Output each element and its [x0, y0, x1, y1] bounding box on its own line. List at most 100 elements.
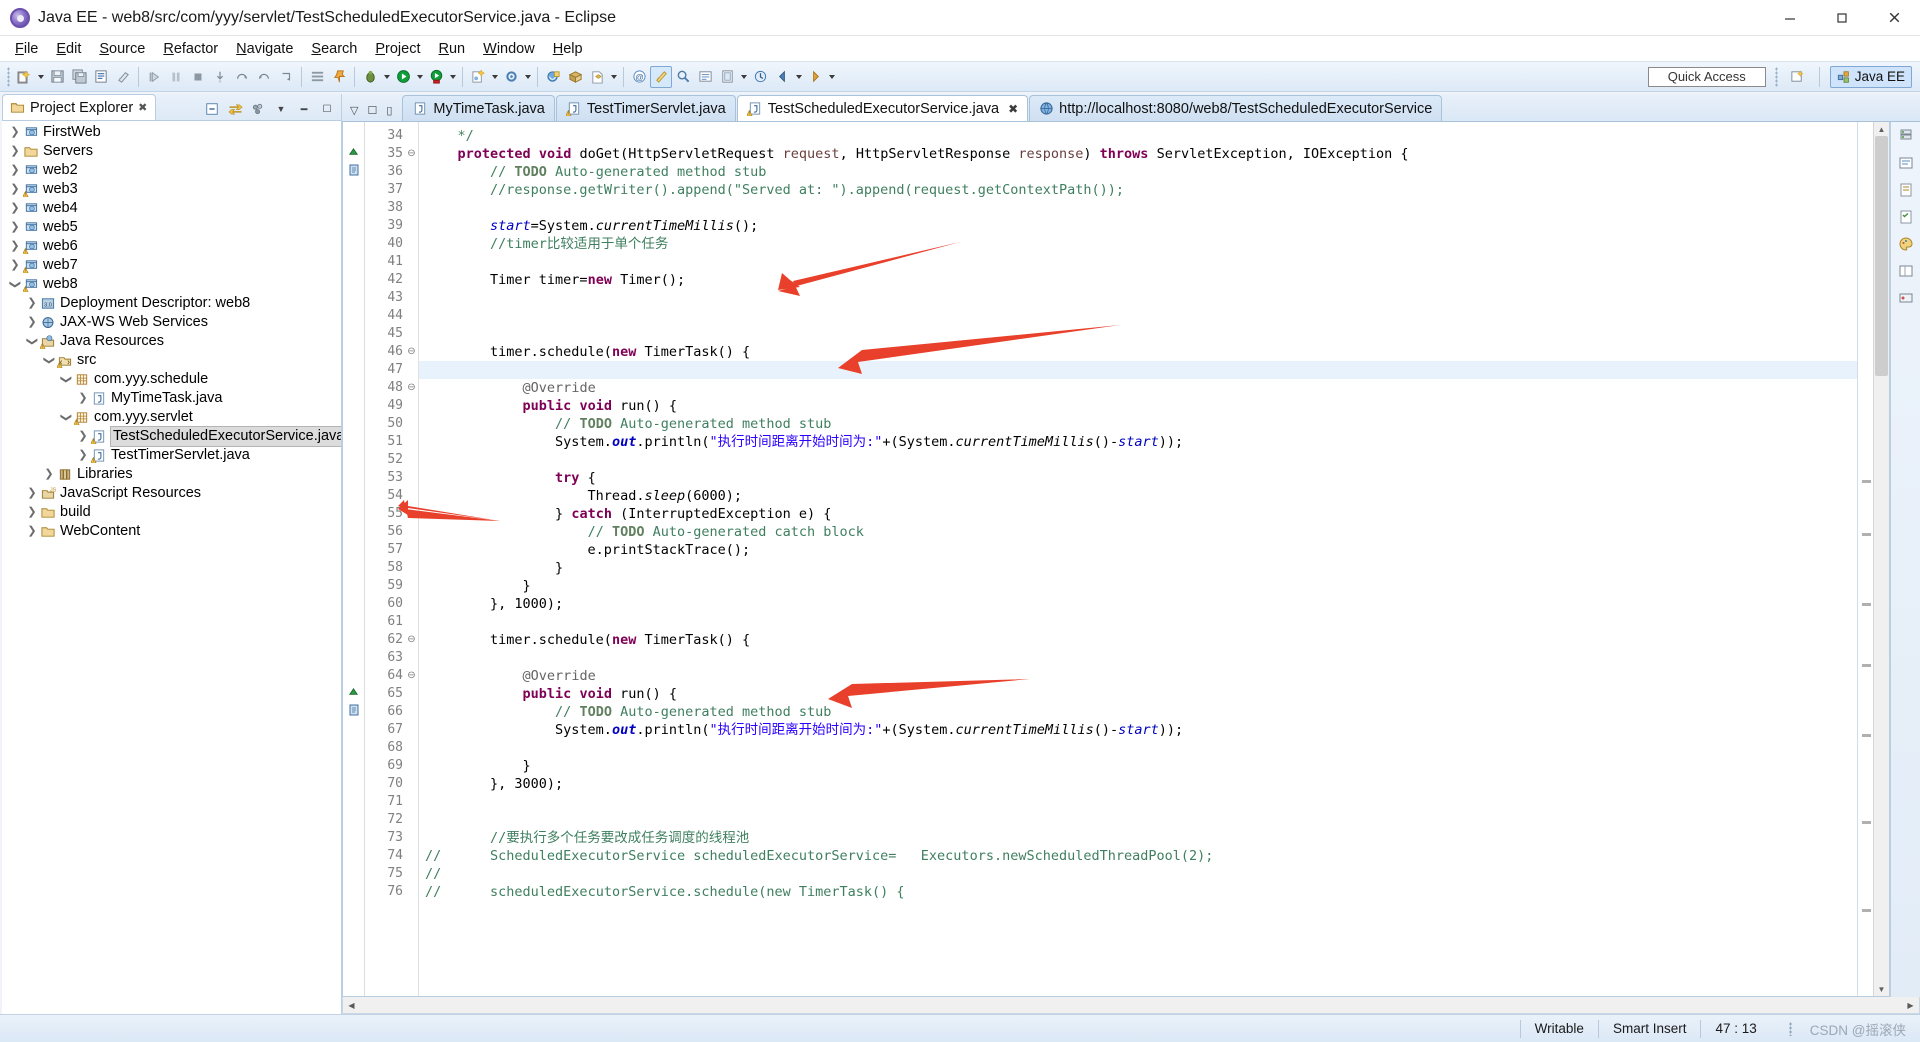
- java-browsing-icon[interactable]: [650, 65, 672, 88]
- new-class-icon[interactable]: [586, 66, 608, 88]
- minimize-view-icon[interactable]: ━: [296, 101, 312, 117]
- menu-item-source[interactable]: Source: [90, 39, 154, 59]
- forward-icon[interactable]: [804, 66, 826, 88]
- chevron-right-icon[interactable]: ❯: [25, 488, 39, 499]
- code-line[interactable]: }: [419, 559, 1857, 577]
- code-line[interactable]: [419, 739, 1857, 757]
- pin-icon[interactable]: [328, 66, 350, 88]
- step-return-icon[interactable]: [253, 66, 275, 88]
- quick-access-input[interactable]: Quick Access: [1647, 66, 1766, 87]
- code-line[interactable]: }, 1000);: [419, 595, 1857, 613]
- task-list-icon[interactable]: [1895, 207, 1917, 227]
- chevron-down-icon[interactable]: ❯: [25, 336, 39, 347]
- snippets-view-icon[interactable]: [1895, 180, 1917, 200]
- code-line[interactable]: // TODO Auto-generated catch block: [419, 523, 1857, 541]
- editor-vertical-scrollbar[interactable]: ▲ ▼: [1873, 122, 1889, 996]
- chevron-right-icon[interactable]: ❯: [8, 127, 22, 138]
- code-line[interactable]: timer.schedule(new TimerTask() {: [419, 631, 1857, 649]
- source-code[interactable]: */ protected void doGet(HttpServletReque…: [419, 122, 1857, 996]
- menu-item-edit[interactable]: Edit: [47, 39, 90, 59]
- drop-to-frame-icon[interactable]: [275, 66, 297, 88]
- overview-marker[interactable]: [1862, 532, 1871, 536]
- open-type-icon[interactable]: [694, 66, 716, 88]
- code-line[interactable]: [419, 253, 1857, 271]
- chevron-right-icon[interactable]: ❯: [76, 393, 90, 404]
- chevron-right-icon[interactable]: ❯: [8, 184, 22, 195]
- code-line[interactable]: Timer timer=new Timer();: [419, 271, 1857, 289]
- hscroll-track[interactable]: [360, 997, 1902, 1013]
- close-button[interactable]: [1868, 0, 1920, 36]
- code-line[interactable]: System.out.println("执行时间距离开始时间为:"+(Syste…: [419, 433, 1857, 451]
- code-line[interactable]: }: [419, 577, 1857, 595]
- view-menu-chevron-icon[interactable]: ▼: [273, 101, 289, 117]
- coverage-dropdown-icon[interactable]: [489, 66, 500, 88]
- new-package-icon[interactable]: [564, 66, 586, 88]
- servers-view-icon[interactable]: [1895, 126, 1917, 146]
- overview-marker[interactable]: [1862, 480, 1871, 484]
- open-task-icon[interactable]: [306, 66, 328, 88]
- overview-marker[interactable]: [1862, 602, 1871, 606]
- palette-view-icon[interactable]: [1895, 234, 1917, 254]
- scroll-up-icon[interactable]: ▲: [1874, 122, 1889, 136]
- code-line[interactable]: [419, 613, 1857, 631]
- overview-marker[interactable]: [1862, 663, 1871, 667]
- tab-project-explorer[interactable]: Project Explorer ✖: [2, 94, 157, 120]
- maximize-editor-icon[interactable]: ▯: [386, 104, 392, 117]
- chevron-down-icon[interactable]: ❯: [8, 279, 22, 290]
- chevron-right-icon[interactable]: ❯: [25, 507, 39, 518]
- menu-item-run[interactable]: Run: [430, 39, 475, 59]
- chevron-right-icon[interactable]: ❯: [8, 146, 22, 157]
- chevron-right-icon[interactable]: ❯: [8, 260, 22, 271]
- debug-dropdown-icon[interactable]: [381, 66, 392, 88]
- save-all-icon[interactable]: [68, 66, 90, 88]
- code-line[interactable]: //: [419, 865, 1857, 883]
- tree-item-web4[interactable]: ❯ web4: [2, 199, 341, 218]
- code-line[interactable]: e.printStackTrace();: [419, 541, 1857, 559]
- code-line[interactable]: [419, 289, 1857, 307]
- print-icon[interactable]: [90, 66, 112, 88]
- tree-item-javascript-resources[interactable]: ❯ JS JavaScript Resources: [2, 484, 341, 503]
- code-line[interactable]: @Override: [419, 667, 1857, 685]
- chevron-down-icon[interactable]: ❯: [42, 355, 56, 366]
- tree-item-web8[interactable]: ❯! web8: [2, 275, 341, 294]
- tree-item-com.yyy.schedule[interactable]: ❯ com.yyy.schedule: [2, 370, 341, 389]
- code-line[interactable]: // TODO Auto-generated method stub: [419, 163, 1857, 181]
- overview-marker[interactable]: [1862, 908, 1871, 912]
- scroll-right-icon[interactable]: ▶: [1902, 997, 1919, 1013]
- overview-ruler[interactable]: [1857, 122, 1873, 996]
- menu-item-help[interactable]: Help: [544, 39, 592, 59]
- code-line[interactable]: } catch (InterruptedException e) {: [419, 505, 1857, 523]
- code-line[interactable]: Thread.sleep(6000);: [419, 487, 1857, 505]
- code-line[interactable]: try {: [419, 469, 1857, 487]
- code-line[interactable]: [419, 451, 1857, 469]
- fold-collapse-icon[interactable]: ⊖: [405, 667, 418, 685]
- code-line[interactable]: }, 3000);: [419, 775, 1857, 793]
- view-menu-chevron-icon[interactable]: ▽: [350, 104, 358, 117]
- menu-item-project[interactable]: Project: [366, 39, 429, 59]
- menu-item-search[interactable]: Search: [302, 39, 366, 59]
- scroll-left-icon[interactable]: ◀: [343, 997, 360, 1013]
- tree-item-web6[interactable]: ❯! web6: [2, 237, 341, 256]
- toggle-markoccurrences-icon[interactable]: [112, 66, 134, 88]
- code-line[interactable]: // TODO Auto-generated method stub: [419, 703, 1857, 721]
- tree-item-deployment-descriptor-web8[interactable]: ❯ 3.0 Deployment Descriptor: web8: [2, 294, 341, 313]
- editor-horizontal-scrollbar[interactable]: ◀ ▶: [342, 997, 1920, 1014]
- open-perspective-icon[interactable]: [1787, 66, 1809, 88]
- code-line[interactable]: protected void doGet(HttpServletRequest …: [419, 145, 1857, 163]
- project-tree[interactable]: ❯ FirstWeb ❯ Servers ❯ web2 ❯! web3 ❯ web4 ❯ web5 ❯!…: [2, 121, 341, 1014]
- code-line[interactable]: @Override: [419, 379, 1857, 397]
- save-icon[interactable]: [46, 66, 68, 88]
- open-resource-dropdown-icon[interactable]: [738, 66, 749, 88]
- chevron-right-icon[interactable]: ❯: [8, 222, 22, 233]
- code-line[interactable]: [419, 307, 1857, 325]
- tree-item-servers[interactable]: ❯ Servers: [2, 142, 341, 161]
- editor-tab-http-localhost-8080-web8-testscheduledexecutorservice[interactable]: http://localhost:8080/web8/TestScheduled…: [1029, 95, 1443, 121]
- overview-marker[interactable]: [1862, 733, 1871, 737]
- java-editor[interactable]: 34 35 36 37 38 39 40 41 42 43 44 45 46 47 48 49 50 51 52 53…: [342, 122, 1890, 997]
- properties-view-icon[interactable]: [1895, 261, 1917, 281]
- chevron-down-icon[interactable]: ❯: [59, 412, 73, 423]
- code-line[interactable]: //response.getWriter().append("Served at…: [419, 181, 1857, 199]
- overview-marker[interactable]: [1862, 821, 1871, 825]
- tree-item-webcontent[interactable]: ❯ WebContent: [2, 522, 341, 541]
- close-icon[interactable]: ✖: [1008, 102, 1018, 116]
